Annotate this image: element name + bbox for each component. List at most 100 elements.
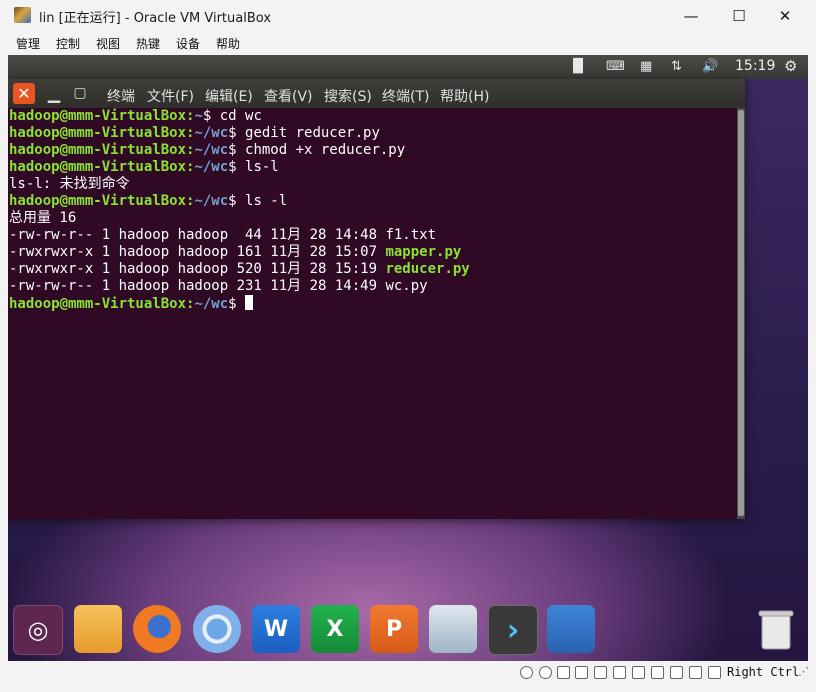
file-metadata: -rw-rw-r-- 1 hadoop hadoop 44 11月 28 14:… — [9, 227, 386, 243]
optical-drive-icon[interactable] — [539, 666, 552, 679]
shared-folders-icon[interactable] — [613, 666, 626, 679]
file-name: reducer.py — [385, 261, 470, 277]
volume-icon[interactable]: 🔊 — [702, 59, 718, 74]
terminal-header: ✕ ▁ ▢ 终端 文件(F) 编辑(E) 查看(V) 搜索(S) 终端(T) 帮… — [8, 79, 745, 108]
terminal-close-button[interactable]: ✕ — [13, 83, 35, 104]
prompt-command: $ chmod +x reducer.py — [228, 142, 406, 158]
panel-clock[interactable]: 15:19 — [735, 58, 775, 74]
terminal-file-row: -rwxrwxr-x 1 hadoop hadoop 520 11月 28 15… — [9, 261, 470, 278]
terminal-prompt-line: hadoop@mmm-VirtualBox:~/wc$ chmod +x red… — [9, 142, 405, 159]
menu-manage[interactable]: 管理 — [16, 35, 40, 52]
keyboard-icon[interactable]: ⌨ — [606, 59, 625, 74]
firefox-icon[interactable] — [133, 605, 181, 653]
host-key-label: Right Ctrl — [727, 665, 800, 679]
prompt-command: $ gedit reducer.py — [228, 125, 380, 141]
terminal-scrollbar[interactable] — [737, 108, 745, 519]
menu-control[interactable]: 控制 — [56, 35, 80, 52]
terminal-menu-edit[interactable]: 编辑(E) — [205, 86, 253, 106]
terminal-file-row: -rwxrwxr-x 1 hadoop hadoop 161 11月 28 15… — [9, 244, 461, 261]
workspace-switcher-icon[interactable] — [547, 605, 595, 653]
terminal-output-line: 总用量 16 — [9, 210, 77, 226]
maximize-window-button[interactable]: ☐ — [716, 0, 762, 31]
network-icon[interactable] — [575, 666, 588, 679]
menu-view[interactable]: 视图 — [96, 35, 120, 52]
settings-gear-icon[interactable]: ⚙ — [784, 57, 797, 75]
menu-devices[interactable]: 设备 — [176, 35, 200, 52]
prompt-command: $ ls-l — [228, 159, 279, 175]
audio-icon[interactable] — [557, 666, 570, 679]
terminal-menu-terminal[interactable]: 终端(T) — [382, 86, 429, 106]
prompt-user-host: hadoop@mmm-VirtualBox: — [9, 193, 195, 209]
prompt-path: ~/wc — [194, 125, 229, 141]
prompt-path: ~/wc — [194, 296, 229, 312]
menu-hotkey[interactable]: 热键 — [136, 35, 160, 52]
prompt-command: $ ls -l — [228, 193, 288, 209]
terminal-file-row: -rw-rw-r-- 1 hadoop hadoop 44 11月 28 14:… — [9, 227, 436, 244]
window-title: lin [正在运行] - Oracle VM VirtualBox — [39, 11, 272, 26]
terminal-prompt-line: hadoop@mmm-VirtualBox:~/wc$ — [9, 295, 254, 312]
mouse-integration-icon[interactable] — [689, 666, 702, 679]
terminal-output[interactable]: hadoop@mmm-VirtualBox:~$ cd wc hadoop@mmm… — [8, 108, 736, 519]
terminal-prompt-line: hadoop@mmm-VirtualBox:~/wc$ ls-l — [9, 159, 279, 176]
prompt-user-host: hadoop@mmm-VirtualBox: — [9, 108, 195, 124]
terminal-menu-help[interactable]: 帮助(H) — [440, 86, 489, 106]
guest-top-panel: ▐▌ ⌨ ▦ ⇅ 🔊 15:19 ⚙ — [8, 55, 808, 79]
terminal-prompt-line: hadoop@mmm-VirtualBox:~$ cd wc — [9, 108, 262, 125]
hard-disk-icon[interactable] — [520, 666, 533, 679]
chromium-icon[interactable] — [193, 605, 241, 653]
trash-icon[interactable] — [752, 605, 800, 653]
file-name: f1.txt — [385, 227, 437, 243]
terminal-prompt-line: hadoop@mmm-VirtualBox:~/wc$ ls -l — [9, 193, 287, 210]
guest-dock: ◎ W X P › — [8, 599, 808, 663]
file-name: wc.py — [385, 278, 428, 294]
file-metadata: -rw-rw-r-- 1 hadoop hadoop 231 11月 28 14… — [9, 278, 386, 294]
terminal-maximize-button[interactable]: ▢ — [69, 83, 91, 104]
terminal-file-row: -rw-rw-r-- 1 hadoop hadoop 231 11月 28 14… — [9, 278, 428, 295]
terminal-menu-view[interactable]: 查看(V) — [264, 86, 313, 106]
prompt-path: ~/wc — [194, 142, 229, 158]
virtualbox-window: lin [正在运行] - Oracle VM VirtualBox — ☐ ✕ … — [0, 0, 816, 692]
prompt-user-host: hadoop@mmm-VirtualBox: — [9, 125, 195, 141]
prompt-command: $ cd wc — [202, 108, 262, 124]
wps-presentation-icon[interactable]: P — [370, 605, 418, 653]
terminal-minimize-button[interactable]: ▁ — [43, 83, 65, 104]
keyboard-layout-icon[interactable]: ▐▌ — [568, 59, 588, 74]
terminal-cursor — [245, 295, 254, 310]
prompt-command: $ — [228, 296, 246, 312]
terminal-app-title: 终端 — [107, 89, 135, 105]
file-metadata: -rwxrwxr-x 1 hadoop hadoop 520 11月 28 15… — [9, 261, 386, 277]
virtualbox-app-icon — [14, 7, 31, 23]
terminal-window: ✕ ▁ ▢ 终端 文件(F) 编辑(E) 查看(V) 搜索(S) 终端(T) 帮… — [8, 79, 745, 519]
keyboard-capture-icon[interactable] — [708, 666, 721, 679]
file-name: mapper.py — [385, 244, 462, 260]
resize-grip-icon[interactable]: ⋰ — [798, 665, 809, 678]
calendar-icon[interactable]: ▦ — [640, 59, 652, 74]
prompt-path: ~/wc — [194, 193, 229, 209]
cpu-icon[interactable] — [670, 666, 683, 679]
video-capture-icon[interactable] — [651, 666, 664, 679]
menu-help[interactable]: 帮助 — [216, 35, 240, 52]
prompt-user-host: hadoop@mmm-VirtualBox: — [9, 159, 195, 175]
terminal-menu-search[interactable]: 搜索(S) — [324, 86, 372, 106]
prompt-path: ~ — [194, 108, 203, 124]
terminal-scrollbar-thumb[interactable] — [738, 110, 744, 516]
prompt-path: ~/wc — [194, 159, 229, 175]
vm-statusbar: Right Ctrl ⋰ — [0, 661, 816, 686]
terminal-prompt-line: hadoop@mmm-VirtualBox:~/wc$ gedit reduce… — [9, 125, 380, 142]
network-arrows-icon[interactable]: ⇅ — [671, 59, 682, 74]
wps-spreadsheet-icon[interactable]: X — [311, 605, 359, 653]
files-folder-icon[interactable] — [74, 605, 122, 653]
terminal-output-line: ls-l: 未找到命令 — [9, 176, 130, 192]
window-titlebar: lin [正在运行] - Oracle VM VirtualBox — ☐ ✕ — [0, 0, 816, 31]
wps-writer-icon[interactable]: W — [252, 605, 300, 653]
close-window-button[interactable]: ✕ — [762, 0, 808, 31]
usb-icon[interactable] — [594, 666, 607, 679]
minimize-window-button[interactable]: — — [668, 0, 714, 31]
software-store-icon[interactable] — [429, 605, 477, 653]
display-icon[interactable] — [632, 666, 645, 679]
prompt-user-host: hadoop@mmm-VirtualBox: — [9, 142, 195, 158]
ubuntu-logo-icon[interactable]: ◎ — [13, 605, 63, 655]
terminal-app-icon[interactable]: › — [488, 605, 538, 655]
terminal-menu-file[interactable]: 文件(F) — [147, 86, 194, 106]
prompt-user-host: hadoop@mmm-VirtualBox: — [9, 296, 195, 312]
